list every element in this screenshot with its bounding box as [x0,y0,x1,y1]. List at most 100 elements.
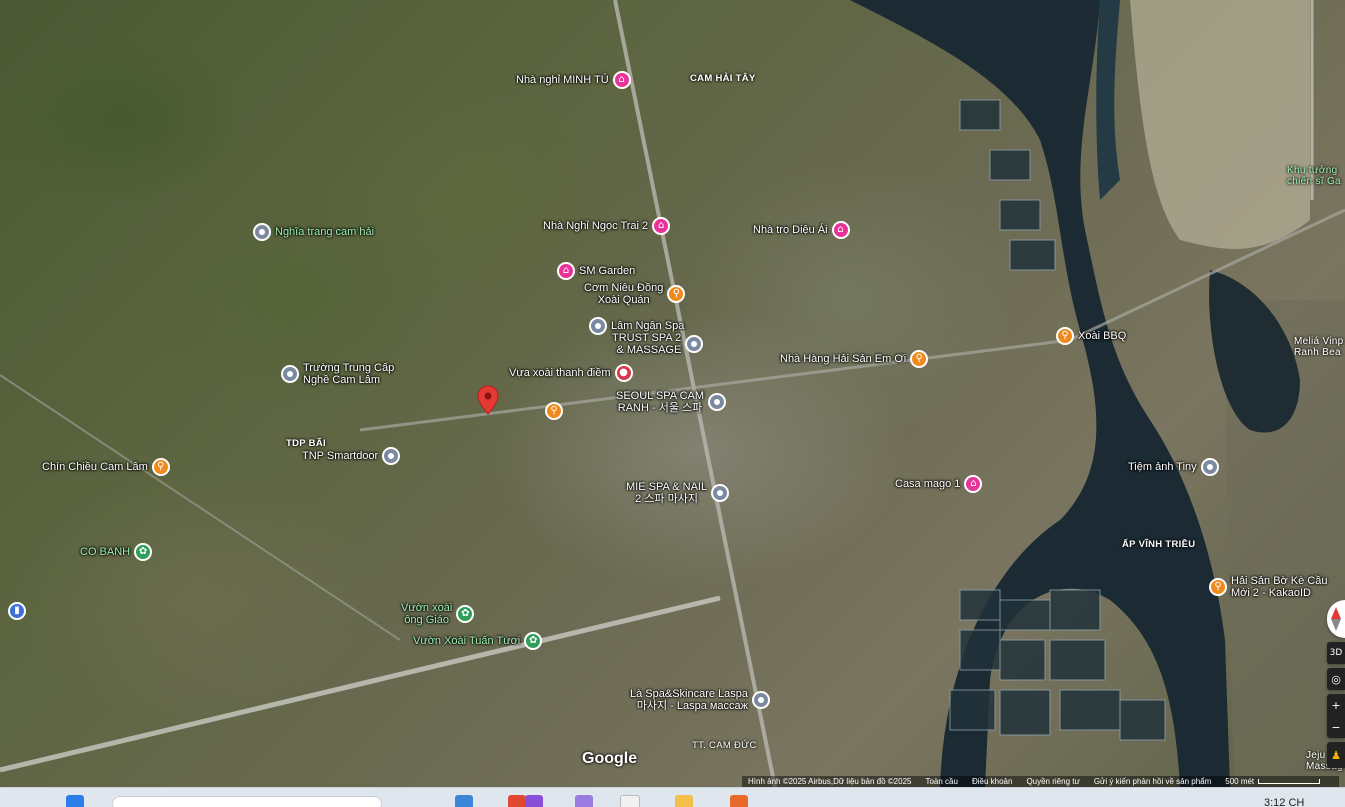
marker-label: Tiệm ảnh Tiny [1128,461,1197,473]
compass-icon[interactable] [1327,600,1345,638]
windows-start-icon[interactable] [66,795,84,807]
coastal-water [1096,0,1120,200]
marker-label: Trường Trung Cấp Nghề Cam Lâm [303,362,395,386]
restaurant-icon: ⚲ [667,285,686,303]
marker-label: Vườn Xoài Tuấn Tươi [413,635,521,647]
marker-label: TRUST SPA 2 & MASSAGE [612,332,682,356]
map-marker-truong-trung-cap[interactable]: Trường Trung Cấp Nghề Cam Lâm [281,362,394,386]
map-marker-nha-tro-dieu-ai[interactable]: Nhà trọ Diệu Ái ⌂ [753,221,850,239]
map-marker-seoul-spa[interactable]: SEOUL SPA CAM RANH - 서울 스파 [616,390,727,414]
marker-label: Lâm Ngân Spa [611,320,685,332]
map-marker-vuon-xoai-ong-giao[interactable]: Vườn xoài ông Giáo ✿ [401,602,475,626]
map-marker-nha-nghi-ngoc-trai-2[interactable]: Nhà Nghỉ Ngọc Trai 2 ⌂ [543,217,671,235]
marker-label: Xoài BBQ [1078,330,1127,342]
map-marker-mie-spa[interactable]: MIE SPA & NAIL 2 스파 마사지 [626,481,730,505]
imagery-credit: Hình ảnh ©2025 Airbus,Dữ liệu bản đồ ©20… [748,777,912,786]
feedback-link[interactable]: Gửi ý kiến phản hồi về sản phẩm [1094,777,1211,786]
restaurant-icon: ⚲ [1209,578,1227,596]
hotel-icon: ⌂ [964,475,983,493]
map-marker-trust-spa-2[interactable]: TRUST SPA 2 & MASSAGE [612,332,704,356]
place-icon [711,484,730,502]
map-marker-com-nieu-dong[interactable]: Cơm Niêu Đồng Xoài Quán ⚲ [584,282,686,306]
global-link[interactable]: Toàn cầu [925,777,957,786]
map-marker-hai-san-bo-ke[interactable]: ⚲ Hải Sản Bờ Kè Cầu Mới 2 - KakaoID [1209,575,1328,599]
map-marker-tnp-smartdoor[interactable]: TNP Smartdoor [302,447,401,465]
map-marker-nha-nghi-minh-tu[interactable]: Nhà nghỉ MINH TÚ ⌂ [516,71,631,89]
scale-label: 500 mét [1225,777,1255,786]
app-icon[interactable] [730,795,748,807]
map-attribution-bar: Hình ảnh ©2025 Airbus,Dữ liệu bản đồ ©20… [742,776,1339,787]
place-icon [685,335,704,353]
rail-west [0,374,401,641]
hotel-icon: ⌂ [557,262,575,280]
marker-label: Cơm Niêu Đồng Xoài Quán [584,282,664,306]
area-label: ẤP VĨNH TRIỀU [1122,539,1196,550]
place-icon [708,393,727,411]
road-ew [359,338,1071,432]
marker-label: TNP Smartdoor [302,450,379,462]
map-marker-co-banh[interactable]: CO BANH ✿ [80,543,153,561]
restaurant-icon: ⚲ [910,350,929,368]
area-label: TT. CAM ĐỨC [692,740,757,751]
park-icon: ✿ [456,605,475,623]
terms-link[interactable]: Điều khoản [972,777,1012,786]
marker-label: SEOUL SPA CAM RANH - 서울 스파 [616,390,705,414]
taskbar-search-box[interactable] [112,796,382,807]
folder-icon[interactable] [675,795,693,807]
map-marker-vuon-xoai-tuan-tuoi[interactable]: Vườn Xoài Tuấn Tươi ✿ [413,632,543,650]
hotel-icon: ⌂ [831,221,850,239]
app-icon[interactable] [508,795,526,807]
map-marker-tiem-anh-tiny[interactable]: Tiệm ảnh Tiny [1128,458,1219,476]
park-icon: ✿ [524,632,543,650]
my-location-icon[interactable]: ◎ [1327,668,1345,690]
map-marker-nha-hang-hai-san[interactable]: Nhà Hàng Hải Sản Em Ơi ⚲ [780,350,929,368]
zoom-in-button[interactable]: + [1327,694,1345,716]
marker-label: Là Spa&Skincare Laspa 마사지 - Laspa массаж [630,688,749,712]
marker-label: Casa mago 1 [895,478,961,490]
map-marker-vua-xoai[interactable]: Vựa xoài thanh điềm ● [509,364,633,382]
app-icon[interactable] [525,795,543,807]
shop-icon: ● [614,364,633,382]
hotel-icon: ⌂ [612,71,631,89]
3d-toggle-button[interactable]: 3D [1327,642,1345,664]
place-icon [589,317,607,335]
marker-label: MIE SPA & NAIL 2 스파 마사지 [626,481,708,505]
scale-bar[interactable]: 500 mét [1225,777,1321,786]
map-marker-sm-garden[interactable]: ⌂ SM Garden [557,262,635,280]
highway-sw [0,595,721,773]
area-label: CAM HẢI TÂY [690,73,756,84]
marker-label: Nhà Nghỉ Ngọc Trai 2 [543,220,649,232]
cemetery-icon [253,223,271,241]
school-icon [281,365,299,383]
map-controls: 3D ◎ + − ♟ [1327,600,1345,772]
app-icon[interactable] [575,795,593,807]
restaurant-icon: ⚲ [545,402,563,420]
area-label: Khu tưởng chiến sĩ Ga [1287,165,1341,187]
dropped-pin-icon[interactable] [477,385,499,415]
east-lagoon [1209,270,1300,433]
app-icon[interactable] [620,795,640,807]
marker-label: Hải Sản Bờ Kè Cầu Mới 2 - KakaoID [1231,575,1328,599]
zoom-out-button[interactable]: − [1327,716,1345,738]
map-marker-casa-mago[interactable]: Casa mago 1 ⌂ [895,475,983,493]
map-marker-unnamed-food[interactable]: ⚲ [545,402,563,420]
place-icon [382,447,401,465]
map-marker-la-spa[interactable]: Là Spa&Skincare Laspa 마사지 - Laspa массаж [630,688,771,712]
app-icon[interactable] [455,795,473,807]
place-icon [1200,458,1219,476]
place-icon [752,691,771,709]
map-marker-chin-chieu[interactable]: Chín Chiều Cam Lâm ⚲ [42,458,170,476]
pegman-icon[interactable]: ♟ [1327,742,1345,768]
marker-label: Nhà Hàng Hải Sản Em Ơi [780,353,907,365]
marker-label: Chín Chiều Cam Lâm [42,461,148,473]
sand-area [1130,0,1310,249]
map-marker-nghia-trang[interactable]: Nghĩa trang cam hải [253,223,374,241]
satellite-map[interactable]: CAM HẢI TÂY TDP BÃI ẤP VĨNH TRIỀU TT. CA… [0,0,1345,787]
map-marker-xoai-bbq[interactable]: ⚲ Xoài BBQ [1056,327,1126,345]
marker-label: Nhà trọ Diệu Ái [753,224,828,236]
hotel-icon: ⌂ [652,217,671,235]
restaurant-icon: ⚲ [151,458,170,476]
area-label: Meliá Vinp Ranh Bea [1294,336,1344,358]
privacy-link[interactable]: Quyền riêng tư [1026,777,1079,786]
map-marker-gas[interactable]: ▮ [8,602,26,620]
